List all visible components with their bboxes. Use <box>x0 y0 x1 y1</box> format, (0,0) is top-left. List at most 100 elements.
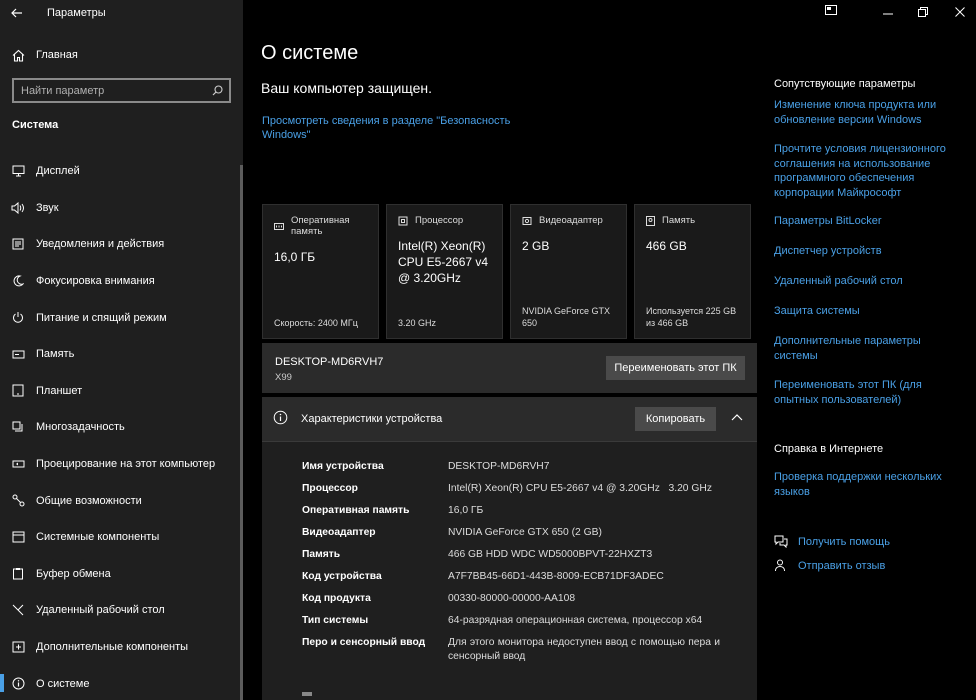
spec-key: Код устройства <box>302 571 382 582</box>
sidebar-item-tablet[interactable]: Планшет <box>0 373 243 410</box>
spec-key: Код продукта <box>302 593 371 604</box>
sidebar-item-notifications[interactable]: Уведомления и действия <box>0 226 243 263</box>
get-help-label: Получить помощь <box>798 535 890 548</box>
sidebar-item-label: Дисплей <box>36 165 80 178</box>
sidebar-item-focus[interactable]: Фокусировка внимания <box>0 263 243 300</box>
sidebar-item-optional-components[interactable]: Дополнительные компоненты <box>0 629 243 666</box>
storage-card: Память 466 GB Используется 225 GB из 466… <box>634 204 751 339</box>
card-label: Память <box>662 215 696 226</box>
related-link[interactable]: Параметры BitLocker <box>774 214 959 229</box>
sidebar-item-shared[interactable]: Общие возможности <box>0 482 243 519</box>
sidebar-item-label: Дополнительные компоненты <box>36 641 189 654</box>
related-link[interactable]: Изменение ключа продукта или обновление … <box>774 98 959 127</box>
sidebar-item-label: О системе <box>36 677 90 690</box>
spec-value: A7F7BB45-66D1-443B-8009-ECB71DF3ADEC <box>448 571 664 582</box>
sidebar-item-label: Многозадачность <box>36 421 125 434</box>
snap-layout-icon[interactable] <box>825 5 837 18</box>
related-link[interactable]: Переименовать этот ПК (для опытных польз… <box>774 378 959 407</box>
feedback-icon <box>774 559 798 572</box>
page-title: О системе <box>261 42 359 64</box>
sidebar-item-remote-desktop[interactable]: Удаленный рабочий стол <box>0 592 243 629</box>
related-link[interactable]: Дополнительные параметры системы <box>774 334 959 363</box>
help-link[interactable]: Проверка поддержки нескольких языков <box>774 470 959 499</box>
sidebar-item-label: Главная <box>36 49 78 61</box>
info-icon <box>0 677 36 690</box>
card-value: Intel(R) Xeon(R) CPU E5-2667 v4 @ 3.20GH… <box>398 239 489 285</box>
sidebar-nav: Дисплей Звук Уведомления и действия Фоку… <box>0 153 243 700</box>
search-icon[interactable] <box>212 85 223 99</box>
get-help-link[interactable]: Получить помощь <box>774 535 890 548</box>
title-bar: Параметры <box>0 0 243 26</box>
section-label: Система <box>12 119 59 131</box>
related-link[interactable]: Защита системы <box>774 304 959 319</box>
sidebar-item-label: Звук <box>36 201 59 214</box>
spec-key: Перо и сенсорный ввод <box>302 637 426 648</box>
sidebar-item-projecting[interactable]: Проецирование на этот компьютер <box>0 446 243 483</box>
card-sub: 3.20 GHz <box>398 318 437 328</box>
sidebar-item-home[interactable]: Главная <box>0 45 243 65</box>
sidebar-item-label: Память <box>36 348 75 361</box>
sidebar-item-multitasking[interactable]: Многозадачность <box>0 409 243 446</box>
disk-icon <box>646 215 655 226</box>
security-link[interactable]: Просмотреть сведения в разделе "Безопасн… <box>262 114 522 142</box>
info-icon <box>273 410 288 428</box>
rename-pc-button[interactable]: Переименовать этот ПК <box>606 356 745 380</box>
pc-model: X99 <box>275 372 292 383</box>
monitor-icon <box>0 165 36 177</box>
spec-key: Оперативная память <box>302 505 410 516</box>
main-content: О системе Ваш компьютер защищен. Просмот… <box>243 0 763 700</box>
device-specs-header[interactable]: Характеристики устройства Копировать <box>262 397 757 442</box>
sidebar-item-label: Питание и спящий режим <box>36 311 167 324</box>
related-link[interactable]: Прочтите условия лицензионного соглашени… <box>774 142 959 200</box>
spec-value: 64-разрядная операционная система, проце… <box>448 615 703 626</box>
share-icon <box>0 494 36 507</box>
gpu-icon <box>522 216 532 226</box>
related-link[interactable]: Диспетчер устройств <box>774 244 959 259</box>
sidebar-item-label: Удаленный рабочий стол <box>36 604 165 617</box>
ram-card: Оперативная память 16,0 ГБ Скорость: 240… <box>262 204 379 339</box>
related-settings-pane: Сопутствующие параметры Изменение ключа … <box>763 0 976 700</box>
card-label: Видеоадаптер <box>539 215 603 226</box>
spec-value: Для этого монитора недоступен ввод с пом… <box>448 637 720 662</box>
moon-icon <box>0 275 36 287</box>
sidebar-item-about[interactable]: О системе <box>0 665 243 700</box>
remote-desktop-icon <box>0 604 36 616</box>
active-indicator <box>0 674 4 693</box>
clipboard-icon <box>0 567 36 580</box>
card-sub: Используется 225 GB из 466 GB <box>646 306 737 328</box>
summary-cards: Оперативная память 16,0 ГБ Скорость: 240… <box>262 204 757 339</box>
sidebar-item-clipboard[interactable]: Буфер обмена <box>0 556 243 593</box>
search-input[interactable] <box>14 84 204 97</box>
components-icon <box>0 531 36 543</box>
related-heading: Сопутствующие параметры <box>774 78 916 90</box>
close-icon[interactable] <box>955 7 965 20</box>
copy-button[interactable]: Копировать <box>635 407 716 431</box>
feedback-link[interactable]: Отправить отзыв <box>774 559 885 572</box>
app-title: Параметры <box>47 7 106 19</box>
related-link[interactable]: Удаленный рабочий стол <box>774 274 959 289</box>
power-icon <box>0 311 36 324</box>
protection-status: Ваш компьютер защищен. <box>261 80 433 96</box>
cpu-icon <box>398 216 408 226</box>
sidebar-item-storage[interactable]: Память <box>0 336 243 373</box>
sidebar-item-label: Системные компоненты <box>36 531 160 544</box>
chevron-up-icon[interactable] <box>731 412 743 424</box>
search-box[interactable] <box>12 78 231 103</box>
addons-icon <box>0 641 36 653</box>
sidebar-item-display[interactable]: Дисплей <box>0 153 243 190</box>
restore-icon[interactable] <box>918 7 928 20</box>
sidebar-item-sound[interactable]: Звук <box>0 190 243 227</box>
notification-icon <box>0 238 36 250</box>
minimize-icon[interactable] <box>883 8 893 20</box>
spec-key: Видеоадаптер <box>302 527 376 538</box>
sidebar-item-components[interactable]: Системные компоненты <box>0 519 243 556</box>
spec-value: DESKTOP-MD6RVH7 <box>448 461 550 472</box>
card-value: 2 GB <box>522 239 550 253</box>
sidebar-item-power[interactable]: Питание и спящий режим <box>0 299 243 336</box>
back-button[interactable] <box>0 0 34 26</box>
ram-icon <box>274 222 284 231</box>
card-label: Оперативная память <box>291 215 350 237</box>
storage-icon <box>0 350 36 359</box>
tablet-icon <box>0 384 36 397</box>
gpu-card: Видеоадаптер 2 GB NVIDIA GeForce GTX 650 <box>510 204 627 339</box>
